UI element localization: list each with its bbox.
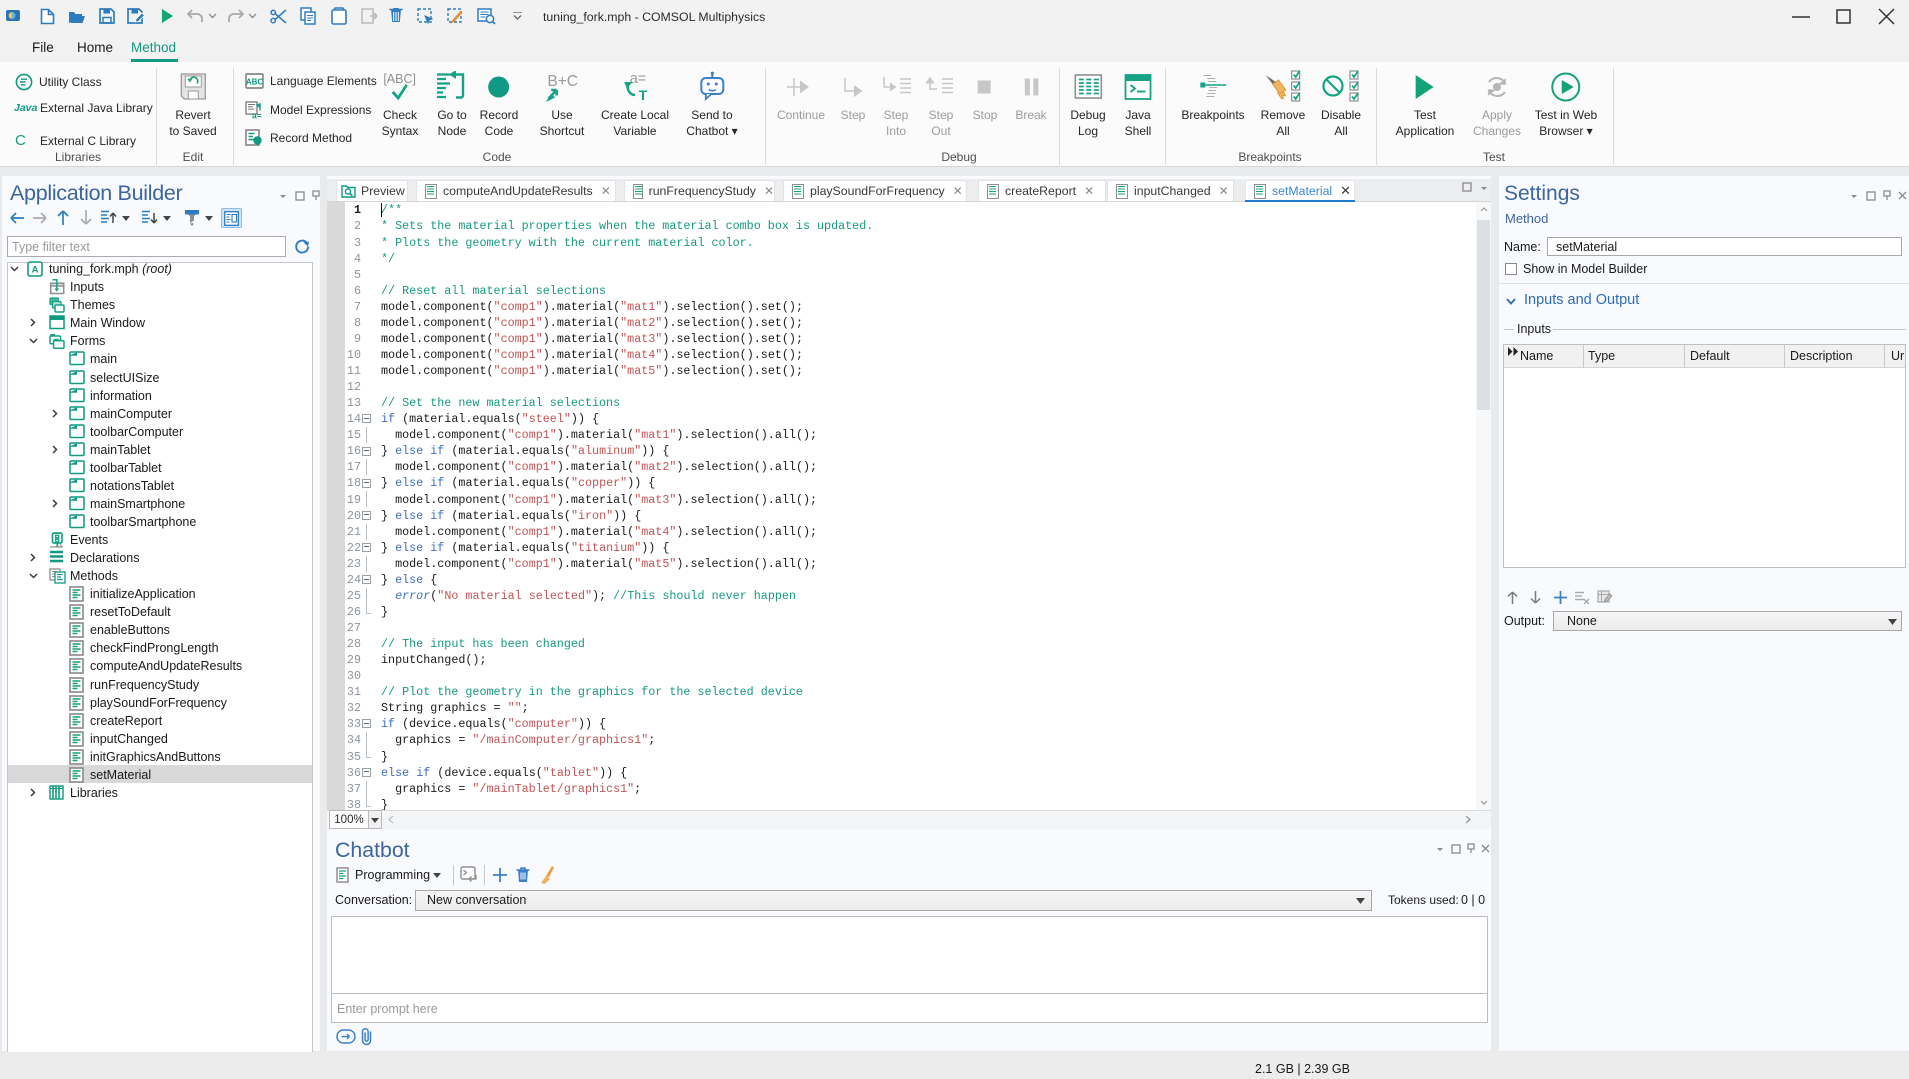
svg-text:ABC: ABC: [246, 77, 264, 86]
svg-text:a=: a=: [252, 111, 262, 120]
svg-text:a=: a=: [630, 71, 647, 87]
svg-text:A: A: [32, 265, 39, 276]
svg-text:[ABC]: [ABC]: [384, 72, 417, 86]
svg-text:B+C: B+C: [548, 73, 579, 90]
svg-text:T: T: [639, 87, 648, 103]
